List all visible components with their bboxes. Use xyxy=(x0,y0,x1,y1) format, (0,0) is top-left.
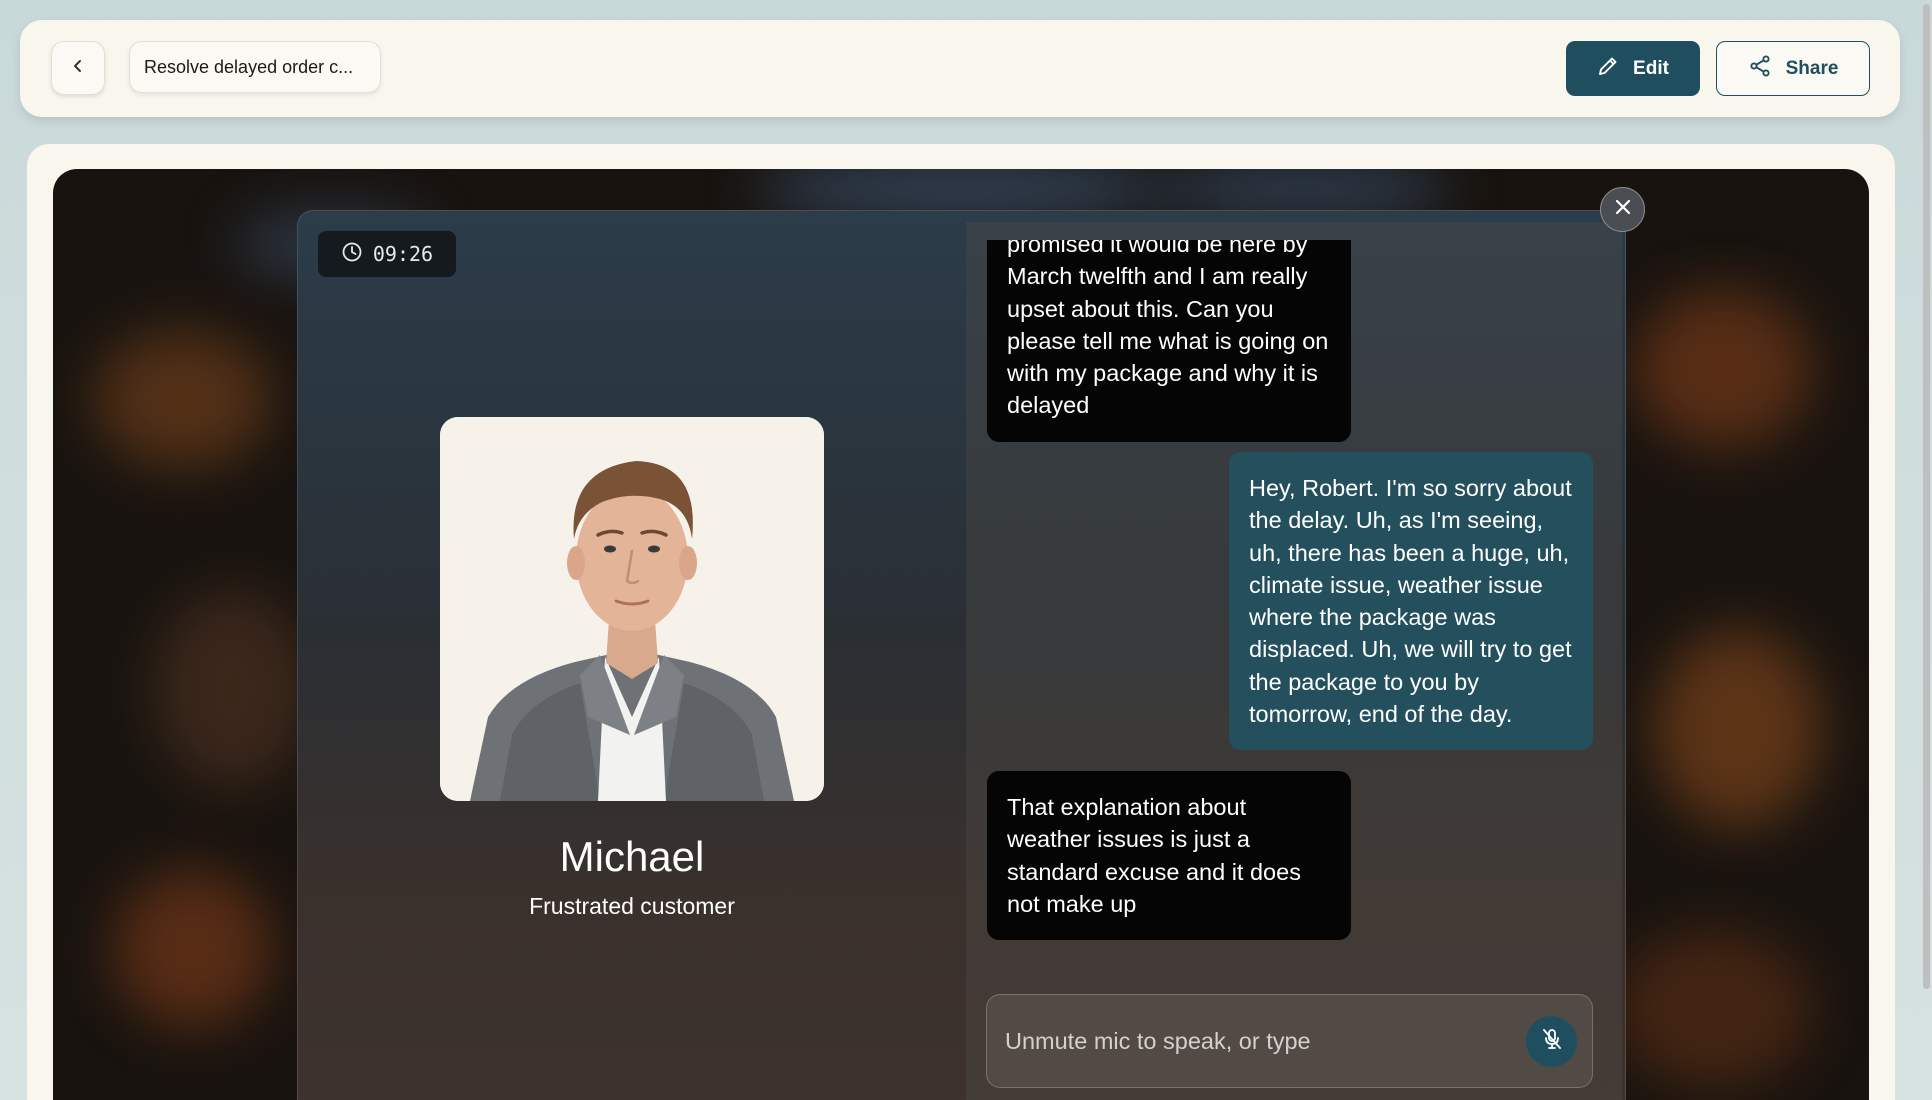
edit-button-label: Edit xyxy=(1633,57,1669,79)
persona-role: Frustrated customer xyxy=(529,893,735,919)
share-icon xyxy=(1748,54,1772,84)
persona-name: Michael xyxy=(559,833,705,880)
top-bar: Resolve delayed order c... Edit Share xyxy=(20,20,1900,117)
call-timer: 09:26 xyxy=(318,231,456,277)
timer-value: 09:26 xyxy=(372,242,434,266)
close-icon xyxy=(1614,198,1632,221)
message-bubble-ai: promised it would be here by March twelf… xyxy=(987,240,1351,442)
scenario-title[interactable]: Resolve delayed order c... xyxy=(129,41,381,93)
message-input[interactable] xyxy=(1003,995,1507,1088)
message-bubble-ai: That explanation about weather issues is… xyxy=(987,771,1351,941)
pencil-icon xyxy=(1597,55,1619,83)
share-button[interactable]: Share xyxy=(1716,41,1870,96)
mic-toggle-button[interactable] xyxy=(1526,1016,1577,1067)
page-scrollbar[interactable] xyxy=(1921,0,1932,1100)
scrollbar-thumb[interactable] xyxy=(1923,4,1930,989)
chevron-left-icon xyxy=(71,59,85,78)
clock-icon xyxy=(341,241,363,268)
back-button[interactable] xyxy=(51,41,105,95)
mic-off-icon xyxy=(1540,1027,1564,1056)
persona-avatar xyxy=(440,417,824,801)
edit-button[interactable]: Edit xyxy=(1566,41,1700,96)
message-bubble-user: Hey, Robert. I'm so sorry about the dela… xyxy=(1229,452,1593,751)
close-call-button[interactable] xyxy=(1600,187,1645,232)
transcript-list[interactable]: promised it would be here by March twelf… xyxy=(966,240,1622,980)
message-composer xyxy=(986,994,1593,1088)
share-button-label: Share xyxy=(1785,57,1839,79)
